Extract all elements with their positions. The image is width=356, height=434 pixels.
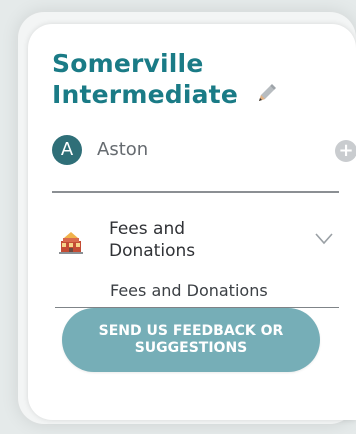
student-row[interactable]: A Aston + xyxy=(52,135,356,167)
feedback-button-label: SEND US FEEDBACK OR SUGGESTIONS xyxy=(98,323,284,356)
chevron-down-icon[interactable] xyxy=(314,231,334,245)
fees-subtitle: Fees and Donations xyxy=(110,281,268,300)
plus-circle-icon[interactable]: + xyxy=(335,140,356,162)
pencil-icon[interactable] xyxy=(255,81,277,103)
section-divider xyxy=(52,191,339,193)
school-card: Somerville Intermediate A Aston + Fees a… xyxy=(28,24,356,420)
student-avatar[interactable]: A xyxy=(52,135,82,165)
school-name: Somerville Intermediate xyxy=(52,49,238,109)
feedback-button[interactable]: SEND US FEEDBACK OR SUGGESTIONS xyxy=(62,308,320,372)
school-building-icon xyxy=(59,232,83,254)
school-title: Somerville Intermediate xyxy=(52,48,312,110)
student-name[interactable]: Aston xyxy=(97,138,148,162)
fees-title[interactable]: Fees and Donations xyxy=(109,218,259,262)
fees-and-donations-row[interactable]: Fees and Donations xyxy=(52,215,346,267)
